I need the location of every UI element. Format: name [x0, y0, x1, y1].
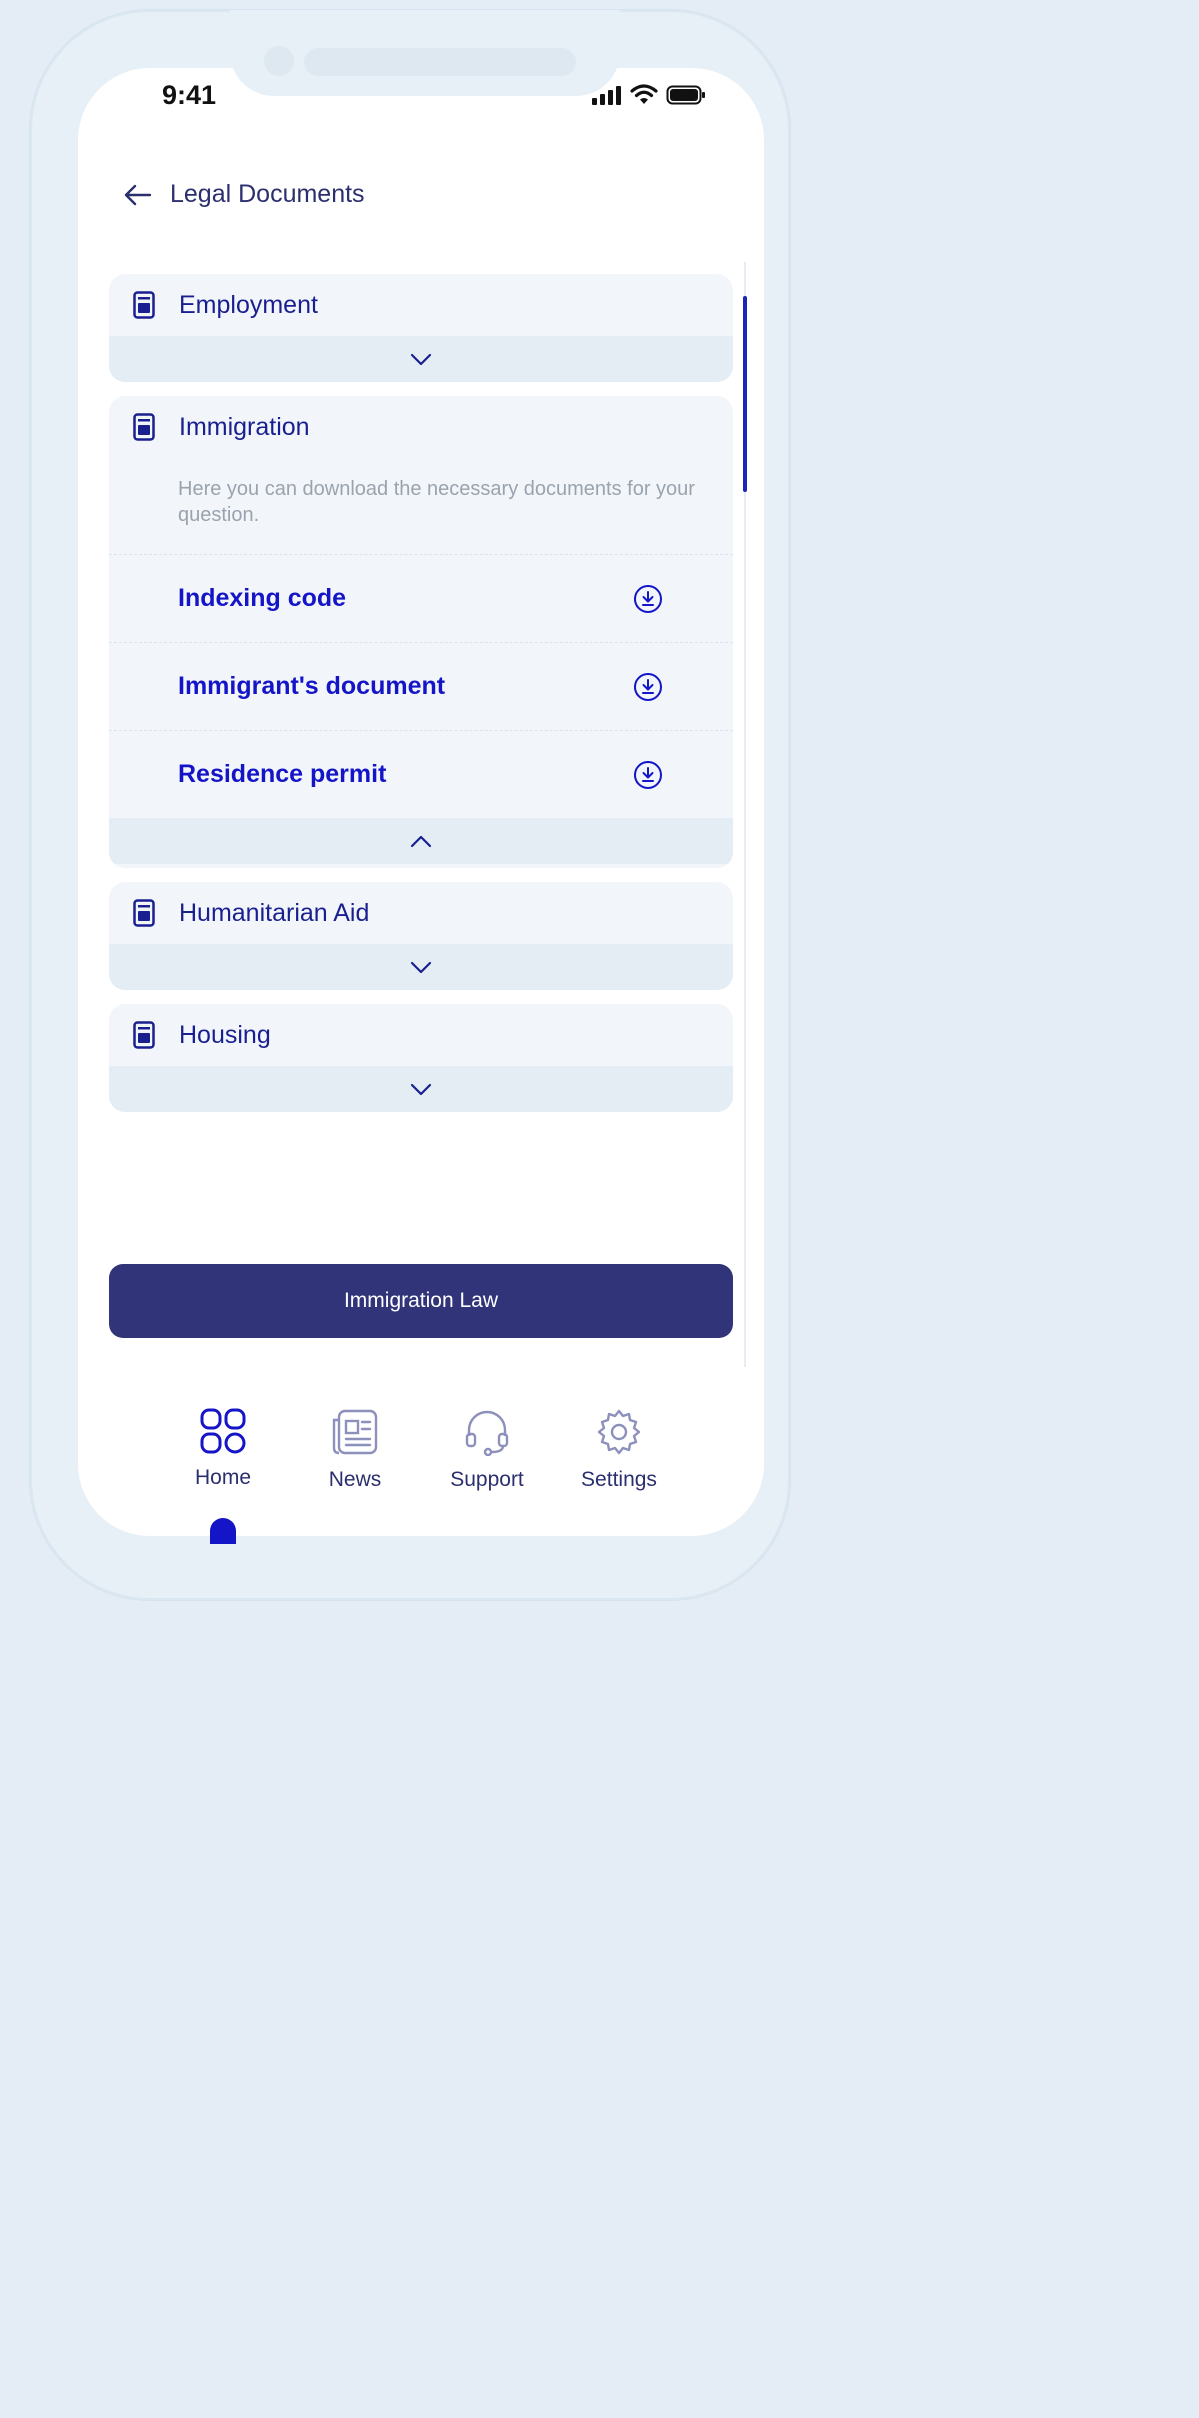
back-arrow-icon[interactable]: [122, 183, 154, 207]
chevron-down-icon: [410, 353, 432, 365]
document-name: Residence permit: [178, 760, 387, 788]
category-label: Immigration: [179, 412, 310, 441]
nav-label: Settings: [581, 1468, 657, 1491]
nav-item-settings[interactable]: Settings: [564, 1408, 674, 1492]
page-title: Legal Documents: [170, 180, 365, 208]
gear-icon: [597, 1409, 641, 1455]
download-icon[interactable]: [633, 760, 663, 790]
expand-toggle[interactable]: [109, 336, 733, 382]
nav-label: News: [328, 1468, 382, 1491]
nav-label: Support: [450, 1468, 524, 1491]
battery-icon: [666, 85, 705, 105]
status-icons: [592, 84, 706, 106]
category-header[interactable]: Immigration: [109, 396, 733, 458]
download-icon[interactable]: [633, 584, 663, 614]
page-header: Legal Documents: [122, 180, 365, 209]
document-icon: [133, 413, 155, 441]
category-description: Here you can download the necessary docu…: [178, 478, 695, 526]
wifi-icon: [630, 84, 658, 104]
document-icon: [133, 1021, 155, 1049]
speaker-grille: [304, 48, 576, 76]
signal-icon: [592, 86, 621, 105]
active-tab-indicator: [210, 1518, 236, 1544]
headset-icon: [465, 1410, 509, 1456]
category-header[interactable]: Humanitarian Aid: [109, 882, 733, 944]
document-name: Immigrant's document: [178, 672, 446, 700]
nav-item-support[interactable]: Support: [432, 1408, 542, 1492]
nav-item-home[interactable]: Home: [168, 1408, 278, 1490]
chevron-up-icon: [410, 835, 432, 847]
category-label: Employment: [179, 290, 318, 319]
chevron-down-icon: [410, 1083, 432, 1095]
grid-icon: [200, 1408, 246, 1454]
document-row[interactable]: Residence permit: [109, 730, 733, 818]
document-icon: [133, 899, 155, 927]
download-icon[interactable]: [633, 672, 663, 702]
category-card-housing[interactable]: Housing: [109, 1004, 733, 1112]
category-card-immigration[interactable]: Immigration Here you can download the ne…: [109, 396, 733, 868]
document-icon: [133, 291, 155, 319]
document-name: Indexing code: [178, 584, 347, 612]
camera-icon: [264, 46, 294, 76]
status-time: 9:41: [162, 80, 217, 110]
nav-item-news[interactable]: News: [300, 1408, 410, 1492]
chevron-down-icon: [410, 961, 432, 973]
expand-toggle[interactable]: [109, 1066, 733, 1112]
category-header[interactable]: Housing: [109, 1004, 733, 1066]
newspaper-icon: [332, 1409, 378, 1455]
scrollbar-thumb[interactable]: [743, 296, 747, 492]
document-row[interactable]: Indexing code: [109, 554, 733, 642]
category-label: Humanitarian Aid: [179, 898, 370, 927]
category-label: Housing: [179, 1020, 271, 1049]
category-card-employment[interactable]: Employment: [109, 274, 733, 382]
category-header[interactable]: Employment: [109, 274, 733, 336]
nav-label: Home: [194, 1466, 252, 1489]
immigration-law-button[interactable]: Immigration Law: [109, 1264, 733, 1338]
document-row[interactable]: Immigrant's document: [109, 642, 733, 730]
expand-toggle[interactable]: [109, 944, 733, 990]
category-card-humanitarian-aid[interactable]: Humanitarian Aid: [109, 882, 733, 990]
collapse-toggle[interactable]: [109, 818, 733, 864]
